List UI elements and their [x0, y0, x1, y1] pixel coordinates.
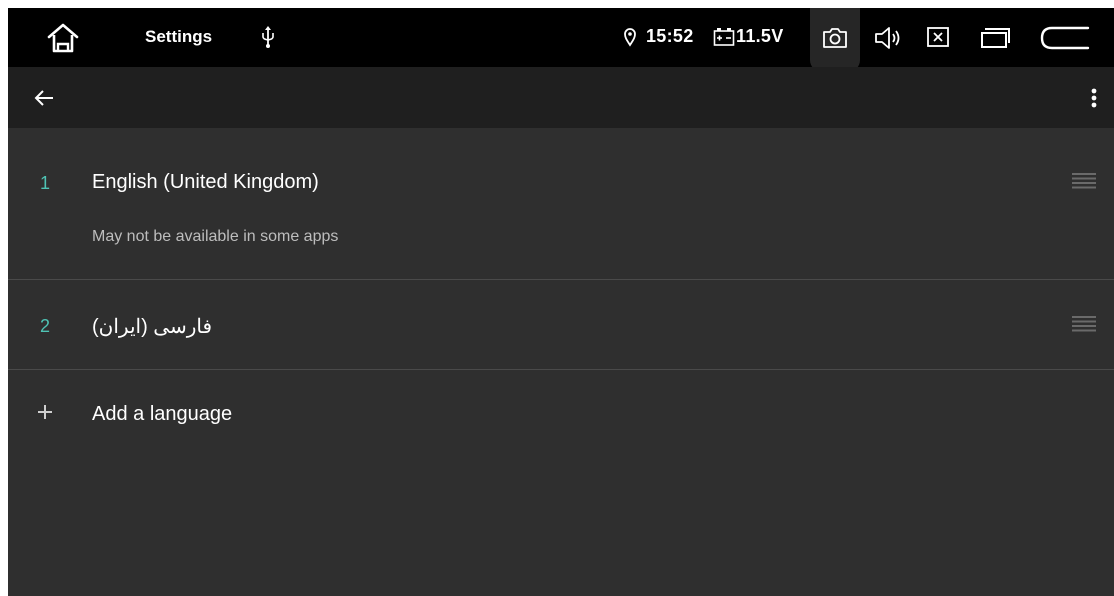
language-name: فارسی (ایران) [92, 316, 213, 338]
app-title: Settings [145, 27, 213, 46]
language-item-1[interactable]: 1 English (United Kingdom) May not be av… [8, 128, 1114, 280]
camera-icon[interactable] [821, 26, 849, 50]
battery-icon [713, 27, 735, 47]
usb-icon [261, 25, 275, 49]
language-item-2[interactable]: 2 فارسی (ایران) [8, 281, 1114, 369]
action-bar [8, 67, 1114, 128]
volume-icon[interactable] [873, 25, 903, 51]
close-box-icon[interactable] [925, 25, 951, 49]
home-icon[interactable] [46, 22, 80, 54]
status-bar: Settings 15:52 11.5V [8, 8, 1114, 72]
plus-icon [34, 401, 56, 423]
drag-handle-icon[interactable] [1072, 315, 1096, 333]
back-arrow-icon[interactable] [28, 82, 60, 114]
recent-apps-icon[interactable] [980, 25, 1010, 51]
language-number: 2 [40, 316, 51, 336]
add-language-button[interactable]: Add a language [8, 370, 1114, 458]
voltage-readout: 11.5V [736, 26, 784, 46]
clock: 15:52 [646, 26, 694, 46]
language-number: 1 [40, 173, 51, 193]
location-icon [623, 27, 637, 47]
language-name: English (United Kingdom) [92, 171, 319, 193]
divider [8, 279, 1114, 280]
screen: Settings 15:52 11.5V 1 English (United K… [8, 8, 1114, 596]
drag-handle-icon[interactable] [1072, 172, 1096, 190]
more-vert-icon[interactable] [1078, 82, 1110, 114]
language-note: May not be available in some apps [92, 228, 339, 245]
back-nav-icon[interactable] [1038, 24, 1092, 52]
add-language-label: Add a language [92, 403, 233, 425]
